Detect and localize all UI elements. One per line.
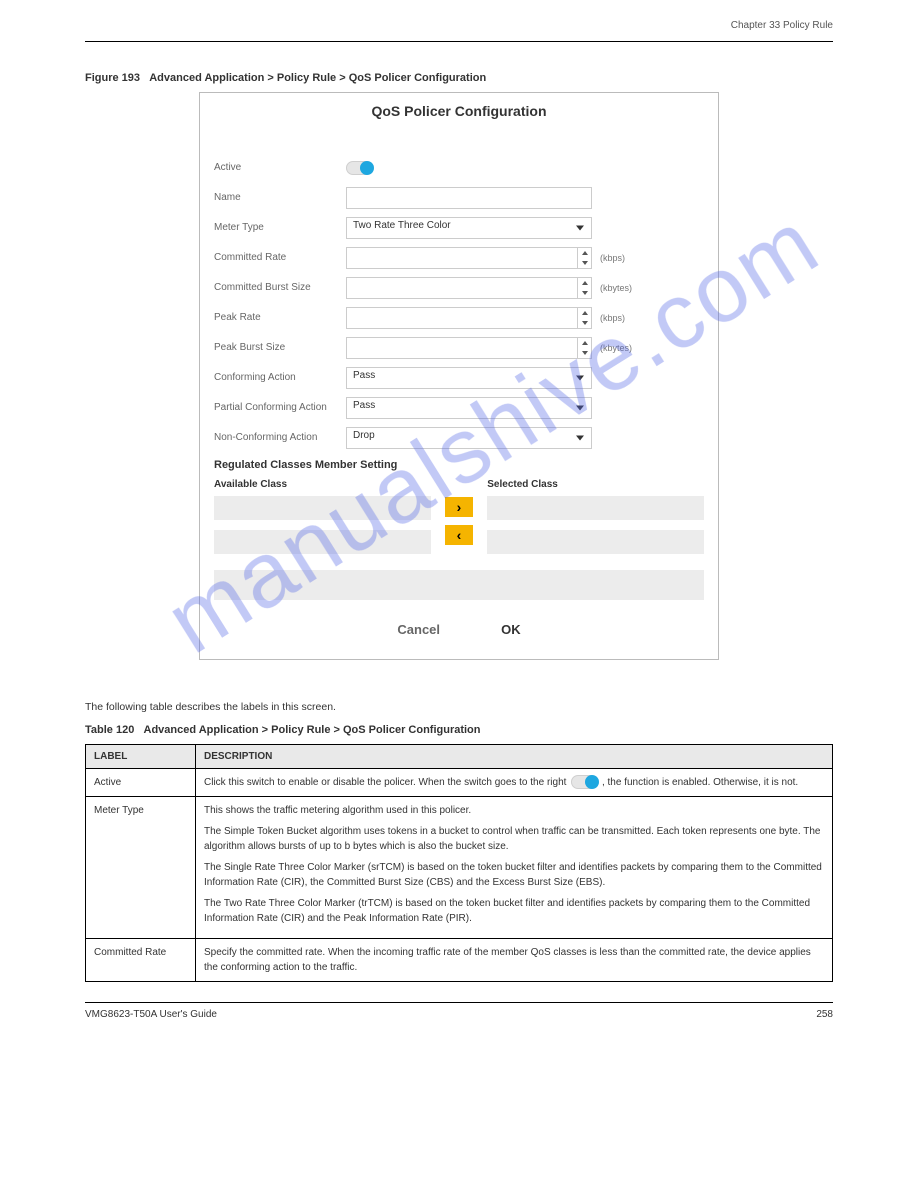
- triangle-up-icon: [582, 311, 588, 315]
- stepper-up-button[interactable]: [578, 248, 591, 258]
- regulated-section-title: Regulated Classes Member Setting: [214, 459, 704, 471]
- unit-kbytes: (kbytes): [600, 343, 640, 353]
- table-row: Committed Rate Specify the committed rat…: [86, 938, 833, 981]
- stepper-down-button[interactable]: [578, 348, 591, 358]
- partial-conforming-select[interactable]: Pass: [346, 397, 592, 419]
- toggle-icon: [571, 775, 597, 789]
- label-committed-rate: Committed Rate: [214, 252, 346, 264]
- available-class-list[interactable]: [214, 530, 431, 554]
- selected-class-list[interactable]: [487, 496, 704, 520]
- cell-label: Meter Type: [86, 796, 196, 938]
- cell-desc: This shows the traffic metering algorith…: [196, 796, 833, 938]
- peak-burst-input[interactable]: [346, 337, 592, 359]
- body-text: The following table describes the labels…: [85, 700, 833, 716]
- panel-title: QoS Policer Configuration: [200, 93, 718, 137]
- table-caption: Table 120 Advanced Application > Policy …: [85, 724, 833, 736]
- label-non-conforming: Non-Conforming Action: [214, 432, 346, 444]
- move-right-button[interactable]: ›: [445, 497, 473, 517]
- arrow-left-icon: ‹: [457, 528, 462, 542]
- move-left-button[interactable]: ‹: [445, 525, 473, 545]
- table-row: Meter Type This shows the traffic meteri…: [86, 796, 833, 938]
- stepper-up-button[interactable]: [578, 338, 591, 348]
- triangle-down-icon: [582, 291, 588, 295]
- stepper-down-button[interactable]: [578, 258, 591, 268]
- cancel-button[interactable]: Cancel: [393, 620, 444, 639]
- label-conforming: Conforming Action: [214, 372, 346, 384]
- cell-desc: Click this switch to enable or disable t…: [196, 768, 833, 796]
- active-toggle[interactable]: [346, 161, 372, 175]
- label-peak-burst: Peak Burst Size: [214, 342, 346, 354]
- table-row: Active Click this switch to enable or di…: [86, 768, 833, 796]
- available-class-title: Available Class: [214, 479, 431, 490]
- selected-class-title: Selected Class: [487, 479, 704, 490]
- stepper-up-button[interactable]: [578, 278, 591, 288]
- committed-rate-input[interactable]: [346, 247, 592, 269]
- triangle-up-icon: [582, 251, 588, 255]
- stepper-down-button[interactable]: [578, 318, 591, 328]
- label-partial-conforming: Partial Conforming Action: [214, 402, 346, 414]
- page-footer: VMG8623-T50A User's Guide 258: [85, 1002, 833, 1020]
- figure-caption: Figure 193 Advanced Application > Policy…: [85, 72, 833, 84]
- triangle-down-icon: [582, 321, 588, 325]
- peak-rate-input[interactable]: [346, 307, 592, 329]
- description-table: LABEL DESCRIPTION Active Click this swit…: [85, 744, 833, 982]
- unit-kbps: (kbps): [600, 313, 640, 323]
- unit-kbps: (kbps): [600, 253, 640, 263]
- ok-highlight: [497, 636, 525, 644]
- available-class-list[interactable]: [214, 496, 431, 520]
- header-divider: [85, 41, 833, 42]
- non-conforming-select[interactable]: Drop: [346, 427, 592, 449]
- conforming-select[interactable]: Pass: [346, 367, 592, 389]
- label-peak-rate: Peak Rate: [214, 312, 346, 324]
- qos-policer-panel: QoS Policer Configuration Active Name Me…: [199, 92, 719, 660]
- name-input[interactable]: [346, 187, 592, 209]
- cell-desc: Specify the committed rate. When the inc…: [196, 938, 833, 981]
- th-label: LABEL: [86, 744, 196, 768]
- label-name: Name: [214, 192, 346, 204]
- triangle-down-icon: [582, 261, 588, 265]
- stepper-down-button[interactable]: [578, 288, 591, 298]
- toggle-knob-icon: [360, 161, 374, 175]
- th-desc: DESCRIPTION: [196, 744, 833, 768]
- meter-type-select[interactable]: Two Rate Three Color: [346, 217, 592, 239]
- committed-burst-input[interactable]: [346, 277, 592, 299]
- label-active: Active: [214, 162, 346, 174]
- summary-box: [214, 570, 704, 600]
- cell-label: Committed Rate: [86, 938, 196, 981]
- triangle-down-icon: [582, 351, 588, 355]
- arrow-right-icon: ›: [457, 500, 462, 514]
- cell-label: Active: [86, 768, 196, 796]
- triangle-up-icon: [582, 341, 588, 345]
- selected-class-list[interactable]: [487, 530, 704, 554]
- label-meter-type: Meter Type: [214, 222, 346, 234]
- stepper-up-button[interactable]: [578, 308, 591, 318]
- ok-button[interactable]: OK: [497, 620, 525, 639]
- label-committed-burst: Committed Burst Size: [214, 282, 346, 294]
- triangle-up-icon: [582, 281, 588, 285]
- chapter-header: Chapter 33 Policy Rule: [85, 20, 833, 31]
- unit-kbytes: (kbytes): [600, 283, 640, 293]
